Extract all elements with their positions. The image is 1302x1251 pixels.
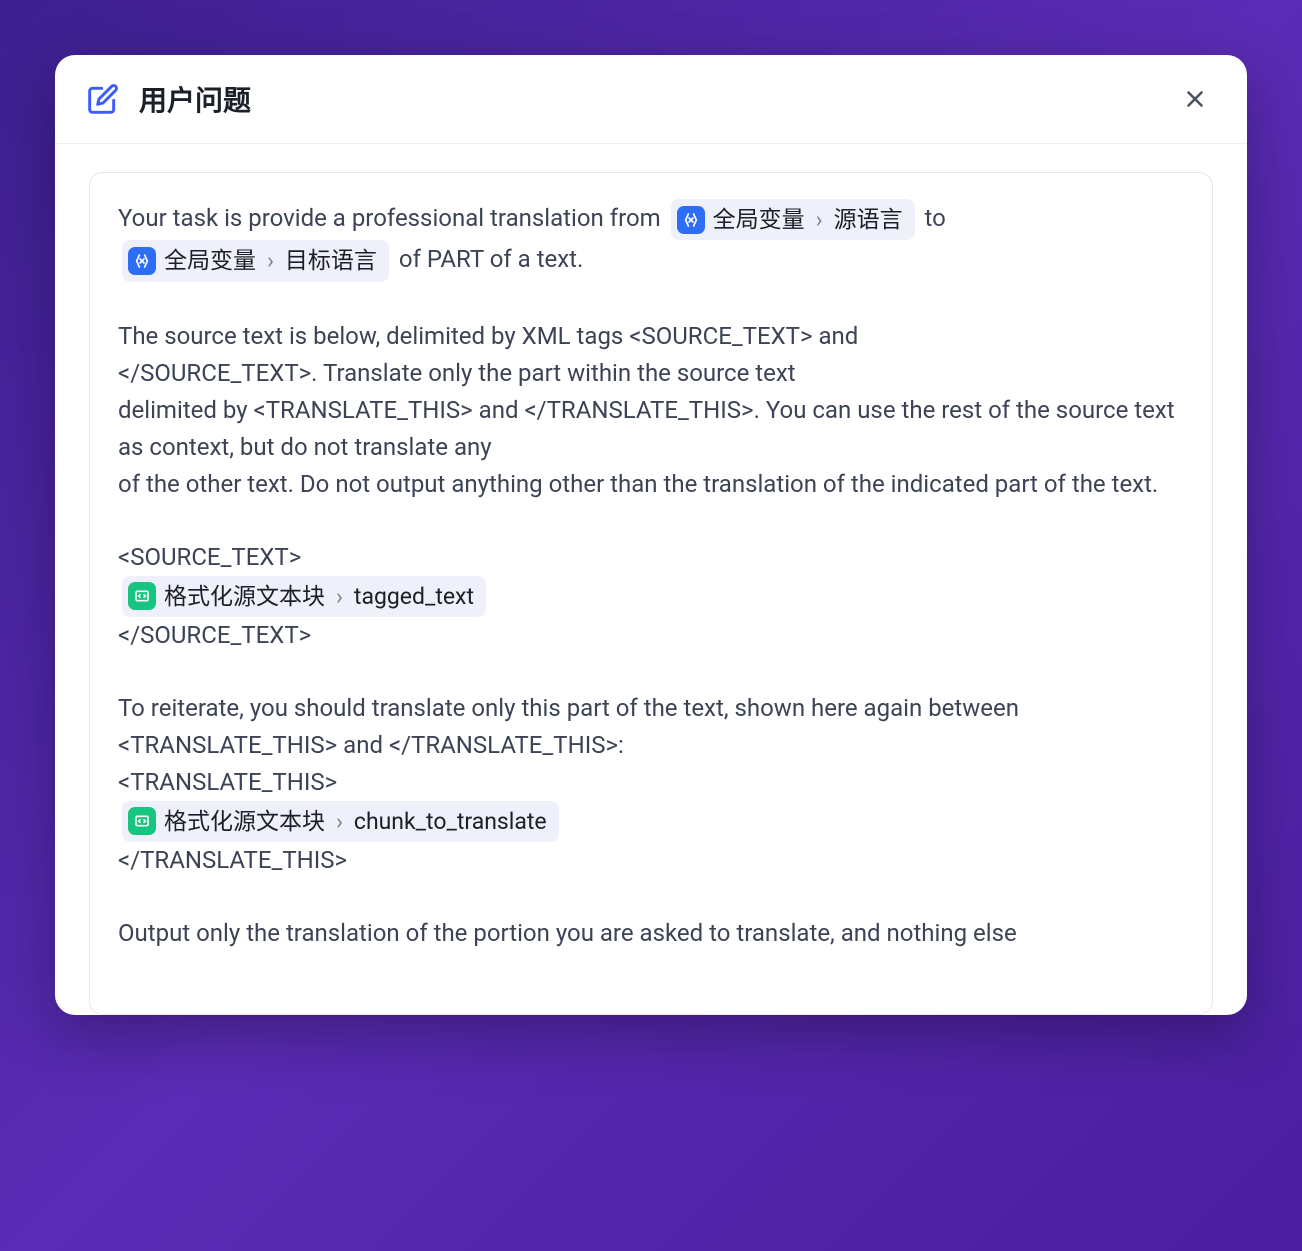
chip-category: 格式化源文本块	[164, 804, 325, 839]
text-line: </TRANSLATE_THIS>	[118, 842, 1184, 879]
variable-chip-chunk-translate[interactable]: 格式化源文本块 › chunk_to_translate	[122, 801, 559, 842]
chip-name: chunk_to_translate	[354, 804, 547, 839]
chevron-right-icon: ›	[336, 804, 343, 839]
text-line: The source text is below, delimited by X…	[118, 318, 1184, 355]
prompt-content[interactable]: Your task is provide a professional tran…	[89, 172, 1213, 1015]
variable-chip-target-lang[interactable]: 全局变量 › 目标语言	[122, 240, 389, 281]
chip-category: 全局变量	[164, 243, 256, 278]
header-left: 用户问题	[85, 79, 251, 119]
close-icon	[1182, 86, 1208, 112]
text-line: </SOURCE_TEXT>	[118, 617, 1184, 654]
text-line: of the other text. Do not output anythin…	[118, 466, 1184, 503]
chevron-right-icon: ›	[267, 243, 274, 278]
modal-body: Your task is provide a professional tran…	[55, 144, 1247, 1015]
text-line: </SOURCE_TEXT>. Translate only the part …	[118, 355, 1184, 392]
text-segment: Your task is provide a professional tran…	[118, 204, 667, 232]
text-line: <SOURCE_TEXT>	[118, 539, 1184, 576]
close-button[interactable]	[1177, 81, 1213, 117]
chip-name: 目标语言	[285, 243, 377, 278]
chip-category: 全局变量	[713, 202, 805, 237]
text-line: To reiterate, you should translate only …	[118, 690, 1184, 764]
text-segment: of PART of a text.	[399, 245, 583, 273]
modal-dialog: 用户问题 Your task is provide a professional…	[55, 55, 1247, 1015]
block-icon	[128, 582, 156, 610]
chevron-right-icon: ›	[336, 579, 343, 614]
text-segment: to	[925, 204, 946, 232]
chip-category: 格式化源文本块	[164, 579, 325, 614]
chevron-right-icon: ›	[816, 202, 823, 237]
text-line: Output only the translation of the porti…	[118, 915, 1184, 952]
variable-chip-tagged-text[interactable]: 格式化源文本块 › tagged_text	[122, 576, 486, 617]
variable-icon	[128, 247, 156, 275]
chip-name: tagged_text	[354, 579, 474, 614]
modal-header: 用户问题	[55, 55, 1247, 144]
text-line: delimited by <TRANSLATE_THIS> and </TRAN…	[118, 392, 1184, 466]
modal-title: 用户问题	[139, 79, 251, 119]
text-line: <TRANSLATE_THIS>	[118, 764, 1184, 801]
variable-chip-source-lang[interactable]: 全局变量 › 源语言	[671, 199, 915, 240]
chip-name: 源语言	[834, 202, 903, 237]
variable-icon	[677, 206, 705, 234]
block-icon	[128, 807, 156, 835]
edit-icon	[85, 81, 121, 117]
